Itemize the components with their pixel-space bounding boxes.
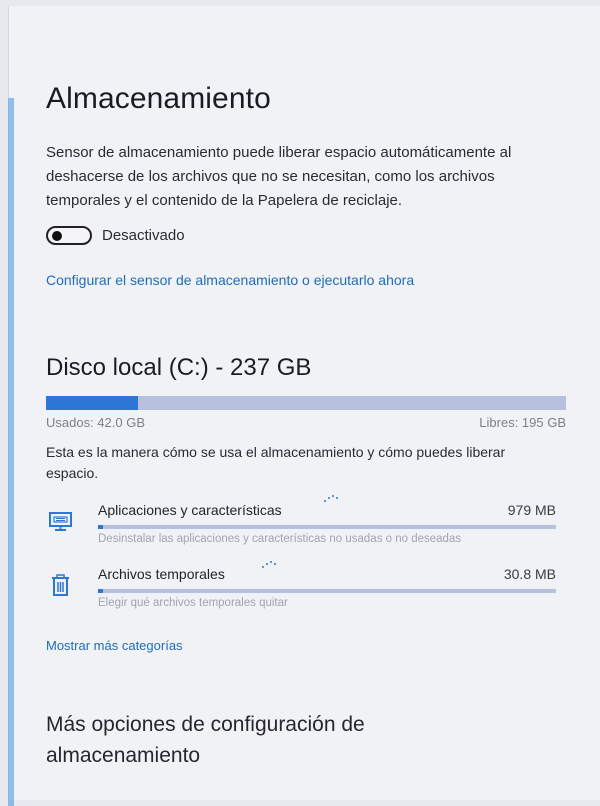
category-temporary-files-description: Elegir qué archivos temporales quitar — [98, 597, 288, 609]
category-temporary-files-bar — [98, 589, 556, 593]
category-apps-features-bar — [98, 525, 556, 529]
storage-content: Almacenamiento Sensor de almacenamiento … — [46, 82, 571, 771]
disk-usage-labels: Usados: 42.0 GB Libres: 195 GB — [46, 415, 566, 430]
disk-usage-bar-fill — [46, 396, 139, 410]
disk-usage-bar — [46, 396, 566, 410]
disk-title: Disco local (C:) - 237 GB — [46, 354, 312, 381]
window-accent-edge — [8, 98, 14, 806]
category-apps-features[interactable]: Aplicaciones y características 979 MB De… — [46, 495, 566, 550]
category-apps-features-header: Aplicaciones y características 979 MB — [98, 502, 556, 522]
loading-spinner-icon — [262, 560, 278, 568]
category-apps-features-size: 979 MB — [507, 502, 556, 518]
more-storage-options-title: Más opciones de configuración de almacen… — [46, 713, 365, 767]
category-temporary-files-bar-fill — [98, 589, 103, 593]
category-temporary-files-name: Archivos temporales — [98, 566, 225, 582]
disk-free-label: Libres: 195 GB — [479, 415, 566, 430]
trash-icon — [52, 574, 69, 596]
storage-sense-toggle-row[interactable]: Desactivado — [46, 222, 571, 248]
storage-sense-toggle[interactable] — [46, 225, 92, 245]
show-more-categories-link[interactable]: Mostrar más categorías — [46, 638, 571, 653]
usage-intro: Esta es la manera cómo se usa el almacen… — [46, 444, 506, 481]
storage-sense-toggle-label: Desactivado — [102, 226, 185, 244]
loading-spinner-icon — [324, 494, 340, 502]
page-title: Almacenamiento — [46, 82, 271, 115]
category-temporary-files-size: 30.8 MB — [503, 566, 556, 582]
category-temporary-files[interactable]: Archivos temporales 30.8 MB Elegir qué a… — [46, 561, 566, 614]
apps-features-icon — [49, 512, 72, 531]
category-apps-features-body: Aplicaciones y características 979 MB De… — [98, 502, 556, 545]
category-apps-features-bar-fill — [98, 525, 103, 529]
category-apps-features-description: Desinstalar las aplicaciones y caracterí… — [98, 533, 462, 545]
category-apps-features-name: Aplicaciones y características — [98, 502, 282, 518]
category-temporary-files-header: Archivos temporales 30.8 MB — [98, 566, 556, 586]
configure-storage-sense-link[interactable]: Configurar el sensor de almacenamiento o… — [46, 272, 571, 288]
storage-sense-description: Sensor de almacenamiento puede liberar e… — [46, 144, 512, 209]
settings-panel: Almacenamiento Sensor de almacenamiento … — [8, 6, 600, 806]
disk-used-label: Usados: 42.0 GB — [46, 415, 145, 430]
category-temporary-files-body: Archivos temporales 30.8 MB Elegir qué a… — [98, 566, 556, 609]
